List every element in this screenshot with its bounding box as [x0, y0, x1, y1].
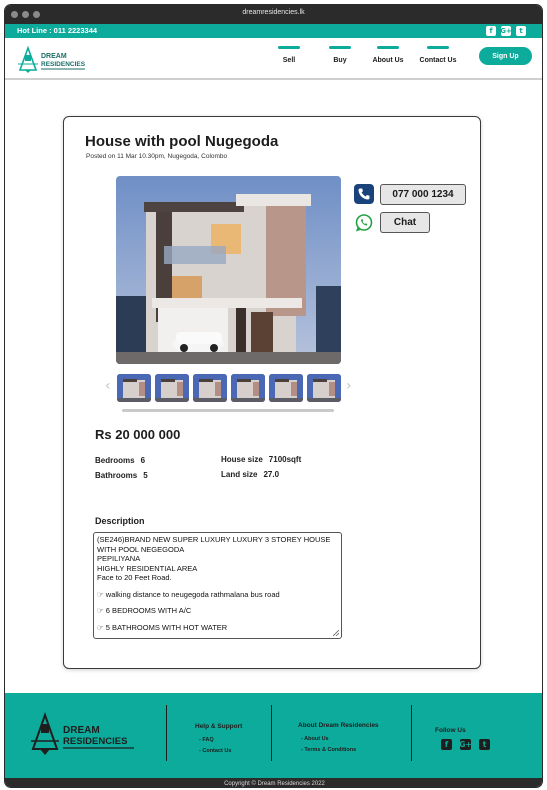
- footer-divider: [166, 705, 167, 761]
- footer-link-terms[interactable]: - Terms & Conditions: [301, 747, 356, 753]
- listing-title: House with pool Nugegoda: [85, 133, 279, 150]
- facebook-icon[interactable]: f: [441, 739, 452, 750]
- listing-price: Rs 20 000 000: [95, 427, 181, 442]
- spec-bathrooms-value: 5: [143, 471, 148, 480]
- address-bar[interactable]: dreamresidencies.lk: [5, 9, 542, 16]
- footer-logo[interactable]: DREAM RESIDENCIES: [31, 709, 135, 759]
- nav-about-label: About Us: [372, 57, 404, 64]
- spec-bedrooms-value: 6: [140, 456, 146, 465]
- footer-link-about[interactable]: - About Us: [301, 736, 329, 742]
- description-line: ☞ 6 BEDROOMS WITH A/C: [97, 606, 192, 615]
- facebook-icon[interactable]: f: [486, 26, 496, 36]
- hotline-text: Hot Line : 011 2223344: [17, 26, 98, 35]
- thumbnail[interactable]: [269, 374, 303, 402]
- site-logo[interactable]: DREAM RESIDENCIES: [17, 42, 87, 76]
- main-property-photo[interactable]: [116, 176, 341, 364]
- main-navbar: DREAM RESIDENCIES Sell Buy About Us Cont…: [5, 38, 542, 80]
- call-phone-button[interactable]: 077 000 1234: [380, 184, 466, 205]
- listing-card: House with pool Nugegoda Posted on 11 Ma…: [63, 116, 481, 669]
- footer-follow-heading: Follow Us: [435, 727, 466, 734]
- thumbnail[interactable]: [117, 374, 151, 402]
- spec-bathrooms-label: Bathrooms: [95, 471, 138, 480]
- description-line: (SE246)BRAND NEW SUPER LUXURY LUXURY 3 S…: [97, 535, 331, 554]
- photo-thumbnails: ‹ ›: [105, 374, 355, 406]
- description-line: ☞ walking distance to neugegoda rathmala…: [97, 589, 280, 599]
- listing-posted-info: Posted on 11 Mar 10.30pm, Nugegoda, Colo…: [86, 153, 228, 160]
- nav-indicator: [278, 46, 300, 49]
- description-blank-line: [97, 583, 338, 590]
- phone-icon: [354, 184, 374, 204]
- site-footer: DREAM RESIDENCIES Help & Support - FAQ -…: [5, 693, 542, 778]
- thumbnail-prev-arrow[interactable]: ‹: [105, 378, 111, 394]
- footer-divider: [271, 705, 272, 761]
- description-line: ☞ 5 BATHROOMS WITH HOT WATER: [97, 622, 228, 632]
- nav-indicator: [377, 46, 399, 49]
- spec-land-size-value: 27.0: [263, 470, 280, 479]
- svg-text:RESIDENCIES: RESIDENCIES: [63, 736, 127, 747]
- thumbnail-next-arrow[interactable]: ›: [346, 378, 352, 394]
- browser-window: dreamresidencies.lk Hot Line : 011 22233…: [4, 4, 543, 788]
- thumbnail[interactable]: [193, 374, 227, 402]
- twitter-icon[interactable]: t: [516, 26, 526, 36]
- description-line: PEPILIYANA: [97, 554, 141, 563]
- footer-social-icons: f G+ t: [441, 739, 490, 750]
- nav-buy-label: Buy: [333, 57, 347, 64]
- browser-chrome: dreamresidencies.lk: [5, 5, 542, 24]
- top-social-icons: f G+ t: [486, 26, 526, 36]
- footer-link-faq[interactable]: - FAQ: [199, 737, 214, 743]
- description-textarea[interactable]: (SE246)BRAND NEW SUPER LUXURY LUXURY 3 S…: [93, 532, 342, 639]
- hotline-bar: Hot Line : 011 2223344 f G+ t: [5, 24, 542, 38]
- nav-buy[interactable]: Buy: [328, 46, 352, 64]
- resize-handle-icon[interactable]: [333, 630, 339, 636]
- thumbnail[interactable]: [155, 374, 189, 402]
- description-blank-line: [97, 599, 338, 606]
- description-heading: Description: [95, 516, 145, 526]
- spec-land-size: Land size 27.0: [221, 470, 279, 479]
- spec-bedrooms-label: Bedrooms: [95, 456, 135, 465]
- thumbnail[interactable]: [307, 374, 341, 402]
- description-line: HIGHLY RESIDENTIAL AREA: [97, 563, 198, 573]
- spec-house-size-value: 7100sqft: [268, 455, 302, 464]
- svg-text:DREAM: DREAM: [63, 725, 100, 736]
- chat-button[interactable]: Chat: [380, 212, 430, 233]
- description-line: Face to 20 Feet Road.: [97, 573, 172, 582]
- footer-help-heading: Help & Support: [195, 723, 243, 730]
- thumbnail[interactable]: [231, 374, 265, 402]
- google-plus-icon[interactable]: G+: [459, 739, 472, 750]
- spec-house-size-label: House size: [221, 455, 263, 464]
- spec-land-size-label: Land size: [221, 470, 258, 479]
- nav-contact-us[interactable]: Contact Us: [418, 46, 458, 64]
- nav-about-us[interactable]: About Us: [371, 46, 405, 64]
- svg-text:RESIDENCIES: RESIDENCIES: [41, 61, 86, 68]
- spec-bathrooms: Bathrooms 5: [95, 471, 148, 480]
- description-blank-line: [97, 616, 338, 623]
- whatsapp-icon: [354, 213, 374, 233]
- copyright-bar: Copyright © Dream Residencies 2022: [5, 778, 542, 787]
- nav-indicator: [427, 46, 449, 49]
- nav-indicator: [329, 46, 351, 49]
- footer-divider: [411, 705, 412, 761]
- nav-sell-label: Sell: [282, 57, 296, 64]
- svg-text:DREAM: DREAM: [41, 53, 67, 60]
- twitter-icon[interactable]: t: [479, 739, 490, 750]
- thumbnail-scrollbar[interactable]: [122, 409, 334, 412]
- footer-link-contact[interactable]: - Contact Us: [199, 748, 231, 754]
- spec-bedrooms: Bedrooms 6: [95, 456, 145, 465]
- nav-sell[interactable]: Sell: [278, 46, 300, 64]
- footer-about-heading: About Dream Residencies: [298, 722, 379, 729]
- nav-contact-label: Contact Us: [419, 57, 457, 64]
- google-plus-icon[interactable]: G+: [500, 26, 512, 36]
- sign-up-button[interactable]: Sign Up: [479, 47, 532, 65]
- spec-house-size: House size 7100sqft: [221, 455, 301, 464]
